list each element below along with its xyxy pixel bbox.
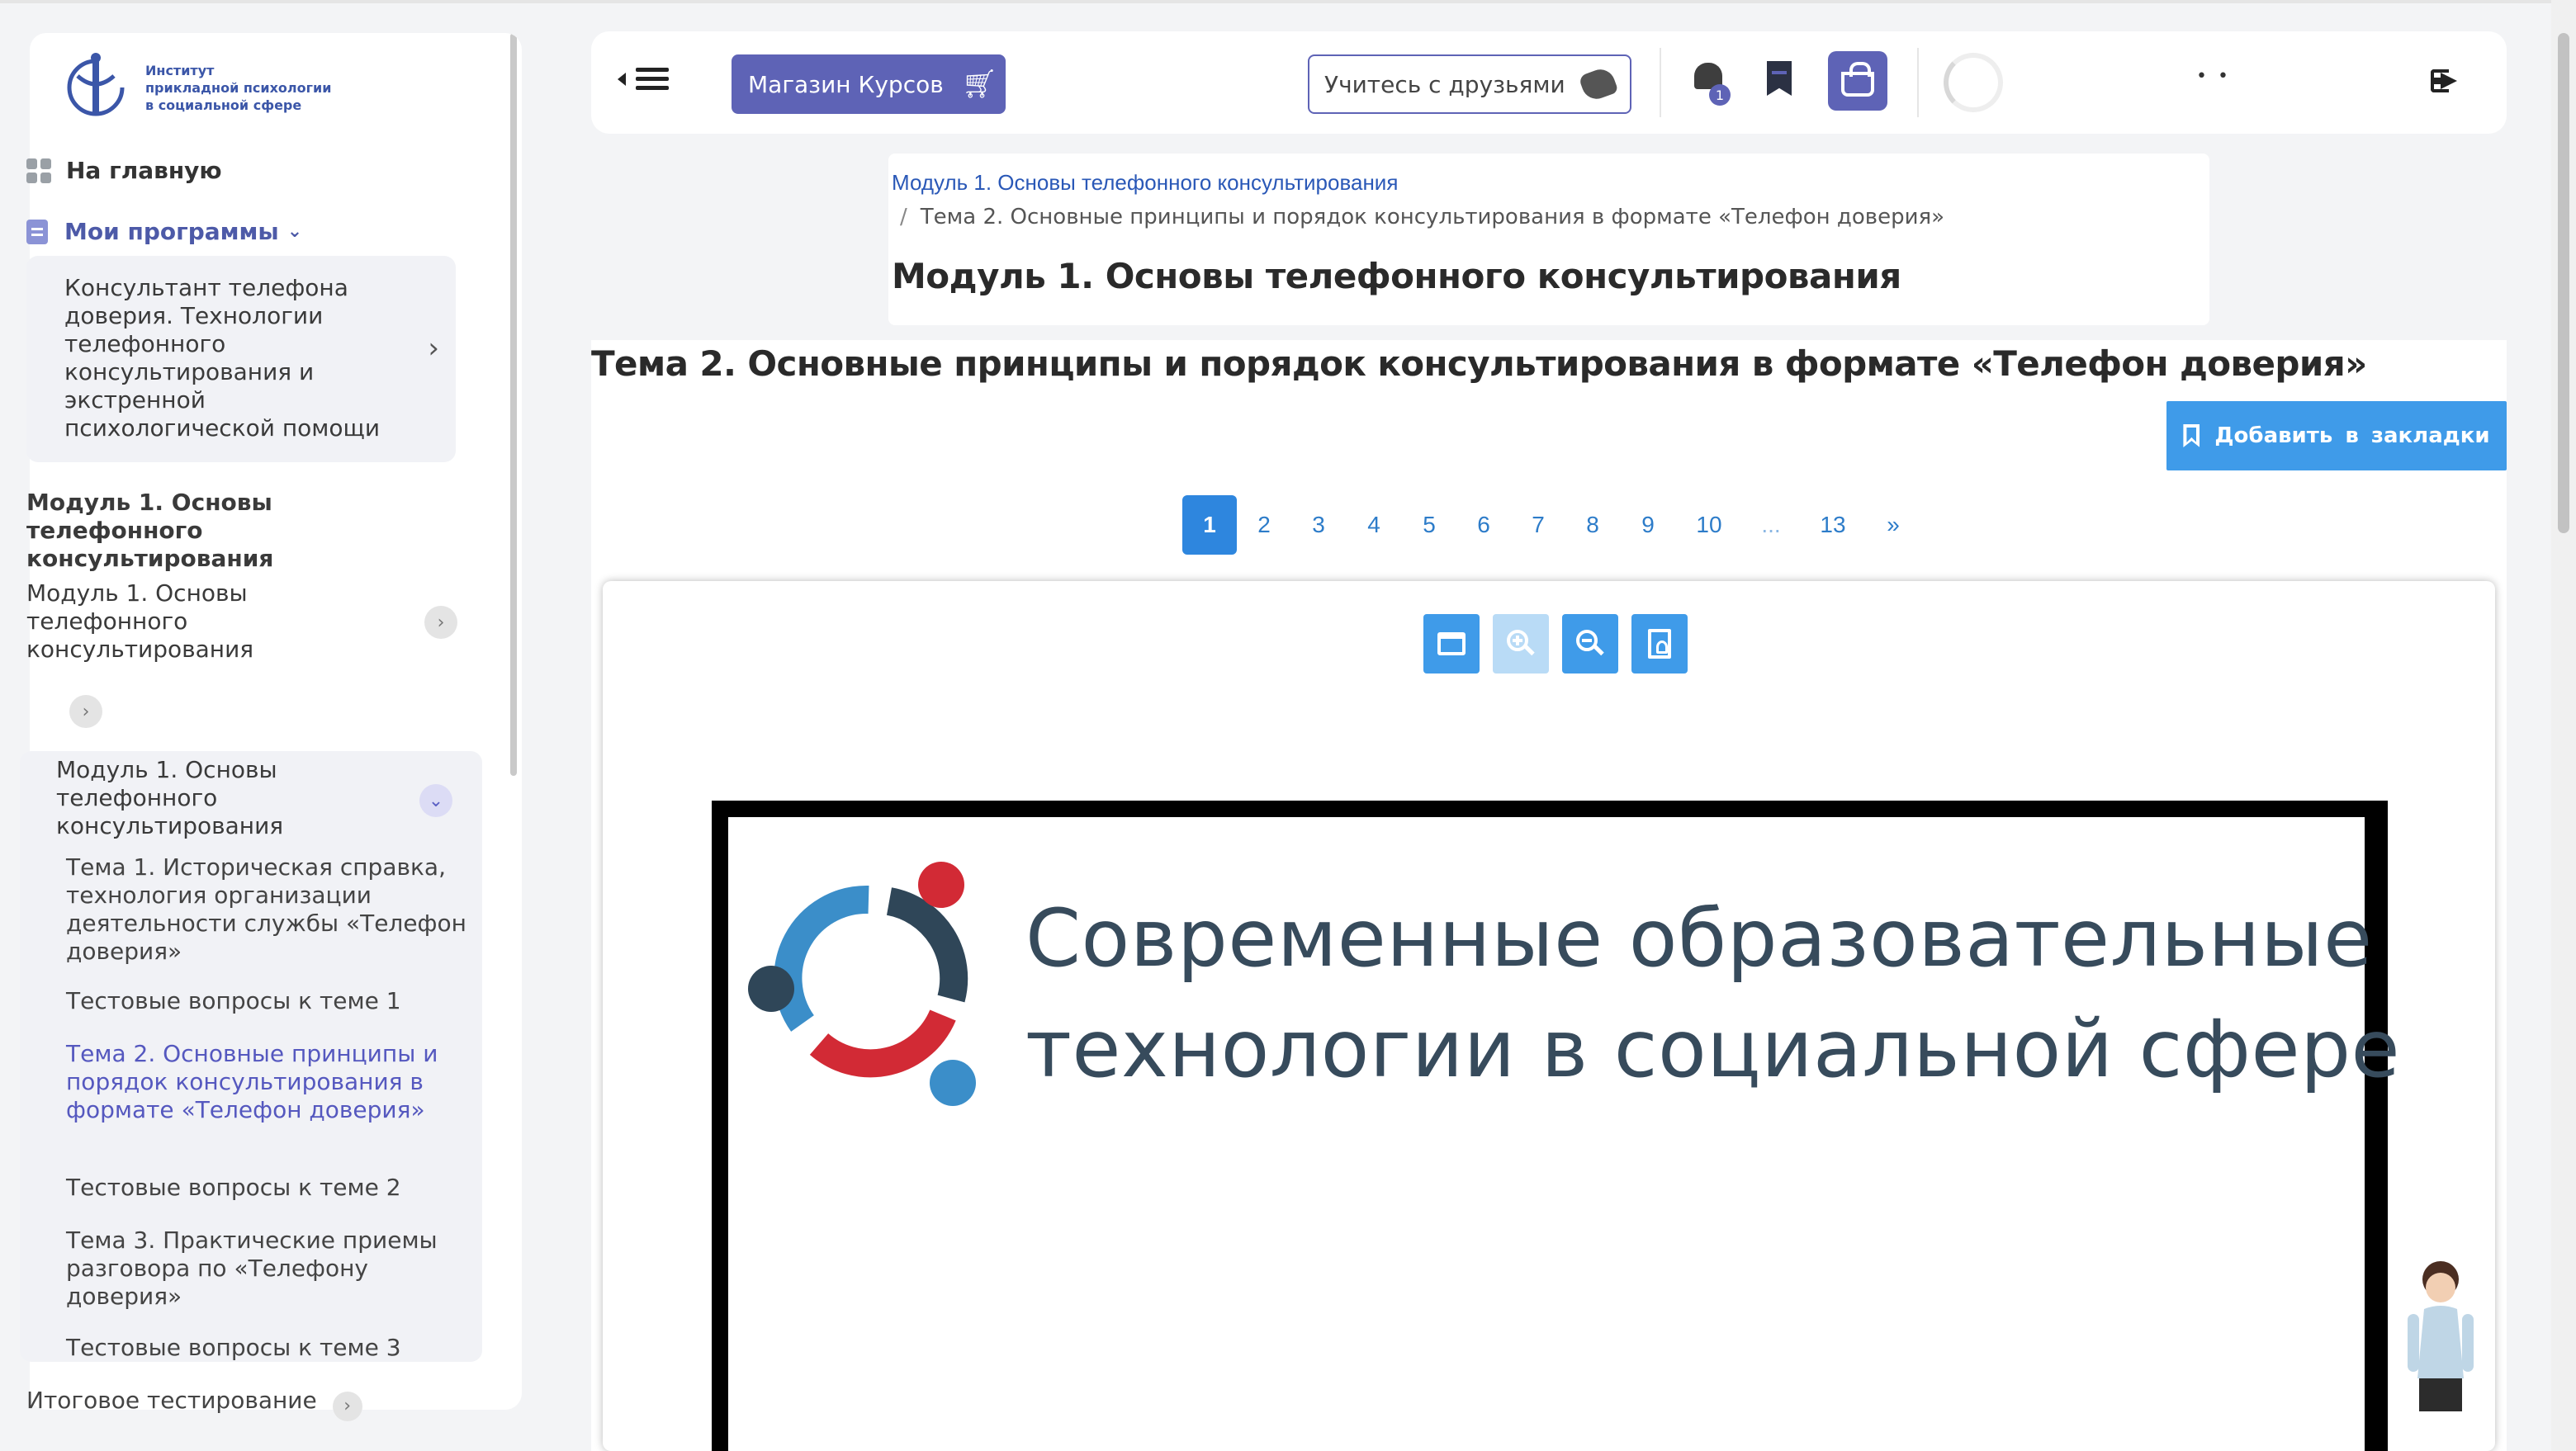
topic-test-3[interactable]: Тестовые вопросы к теме 3: [66, 1334, 471, 1362]
slide-logo-icon: [748, 862, 976, 1106]
chevron-right-icon: ›: [428, 332, 439, 365]
nav-my-programs-label: Мои программы: [64, 218, 279, 245]
course-shop-button[interactable]: Магазин Курсов 🛒︎: [732, 54, 1006, 114]
chevron-down-icon: ⌄: [428, 790, 444, 811]
page-6[interactable]: 6: [1456, 495, 1511, 555]
caret-left-icon: [618, 72, 626, 86]
window-icon: [1437, 632, 1466, 655]
final-test-item[interactable]: Итоговое тестирование ›: [26, 1387, 362, 1421]
topic-item-3[interactable]: Тема 3. Практические приемы разговора по…: [66, 1226, 471, 1311]
logo-mark-icon: [67, 53, 125, 116]
institute-logo[interactable]: Институт прикладной психологии в социаль…: [59, 51, 331, 124]
learn-with-friends-button[interactable]: Учитесь с друзьями: [1308, 54, 1631, 114]
topic-test-1[interactable]: Тестовые вопросы к теме 1: [66, 987, 471, 1015]
cart-button[interactable]: [1828, 51, 1887, 111]
top-bar: Магазин Курсов 🛒︎ Учитесь с друзьями 1 •…: [591, 31, 2507, 134]
bookmark-icon: [2183, 424, 2200, 447]
chevron-right-icon: ›: [332, 1391, 362, 1421]
download-pdf-button[interactable]: [1631, 614, 1688, 674]
bookmarks-icon[interactable]: [1767, 61, 1792, 96]
zoom-in-icon: [1507, 630, 1535, 658]
course-item[interactable]: Консультант телефона доверия. Технологии…: [26, 256, 456, 462]
collapse-module-button[interactable]: ⌄: [419, 784, 452, 817]
sidebar-module-item-expanded[interactable]: Модуль 1. Основы телефонного консультиро…: [56, 756, 419, 840]
page-10[interactable]: 10: [1676, 495, 1742, 555]
pdf-icon: [1648, 629, 1671, 659]
page-13[interactable]: 13: [1800, 495, 1866, 555]
fullscreen-button[interactable]: [1423, 614, 1480, 674]
course-shop-label: Магазин Курсов: [748, 70, 944, 98]
topic-item-2-active[interactable]: Тема 2. Основные принципы и порядок конс…: [66, 1040, 471, 1124]
module-title: Модуль 1. Основы телефонного консультиро…: [892, 256, 1901, 296]
page-7[interactable]: 7: [1511, 495, 1565, 555]
notifications-button[interactable]: 1: [1694, 63, 1731, 106]
chevron-down-icon: ⌄: [286, 221, 303, 242]
sidebar-section-title: Модуль 1. Основы телефонного консультиро…: [26, 489, 274, 572]
zoom-in-button[interactable]: [1493, 614, 1549, 674]
page-scrollbar[interactable]: [2551, 0, 2576, 1451]
assistant-avatar[interactable]: [2391, 1255, 2482, 1420]
learn-with-friends-label: Учитесь с друзьями: [1324, 70, 1565, 98]
page-3[interactable]: 3: [1291, 495, 1346, 555]
divider: [1660, 48, 1661, 117]
page-4[interactable]: 4: [1346, 495, 1402, 555]
nav-home[interactable]: На главную: [26, 157, 222, 184]
user-name-placeholder: • •: [2196, 66, 2231, 87]
topic-test-2[interactable]: Тестовые вопросы к теме 2: [66, 1174, 471, 1202]
chevron-right-icon: ›: [82, 701, 90, 722]
topic-item-1[interactable]: Тема 1. Историческая справка, технология…: [66, 853, 471, 966]
course-name: Консультант телефона доверия. Технологии…: [64, 274, 381, 442]
slide-heading: Современные образовательные технологии в…: [1025, 892, 2401, 1095]
document-icon: [26, 219, 48, 244]
page-5[interactable]: 5: [1402, 495, 1456, 555]
chevron-right-icon: ›: [437, 612, 445, 633]
page-9[interactable]: 9: [1620, 495, 1676, 555]
page-1[interactable]: 1: [1182, 495, 1237, 555]
sidebar-module-item[interactable]: Модуль 1. Основы телефонного консультиро…: [26, 579, 390, 664]
page-2[interactable]: 2: [1237, 495, 1291, 555]
expand-module-button[interactable]: ›: [424, 606, 457, 639]
add-bookmark-button[interactable]: Добавить в закладки: [2166, 401, 2507, 470]
breadcrumb-current: / Тема 2. Основные принципы и порядок кон…: [900, 205, 1944, 229]
page-next[interactable]: »: [1866, 495, 1920, 555]
hamburger-icon: [636, 63, 669, 95]
sidebar-scrollbar[interactable]: [510, 33, 517, 776]
nav-home-label: На главную: [66, 157, 222, 184]
divider: [1917, 48, 1919, 117]
zoom-out-icon: [1576, 630, 1604, 658]
logo-text: Институт прикладной психологии в социаль…: [145, 62, 332, 113]
top-border: [0, 0, 2576, 3]
page-ellipsis: ...: [1761, 512, 1781, 537]
breadcrumb-current-label: Тема 2. Основные принципы и порядок конс…: [920, 205, 1945, 229]
scrollbar-thumb[interactable]: [2558, 33, 2569, 533]
cart-icon: 🛒︎: [961, 68, 997, 101]
shopping-bag-icon: [1841, 62, 1874, 97]
logout-button[interactable]: [2431, 66, 2462, 96]
pagination: 1 2 3 4 5 6 7 8 9 10 ... 13 »: [1182, 495, 1920, 555]
breadcrumb-separator: /: [900, 205, 907, 229]
final-test-label: Итоговое тестирование: [26, 1387, 317, 1414]
expand-submodule-button[interactable]: ›: [69, 695, 102, 728]
add-bookmark-label: Добавить в закладки: [2214, 423, 2490, 448]
avatar-loading-spinner: [1944, 53, 2003, 112]
nav-my-programs[interactable]: Мои программы ⌄: [26, 218, 302, 245]
page-8[interactable]: 8: [1565, 495, 1620, 555]
page-title: Тема 2. Основные принципы и порядок конс…: [591, 343, 2367, 384]
breadcrumb-module-link[interactable]: Модуль 1. Основы телефонного консультиро…: [892, 170, 1398, 196]
handshake-icon: [1578, 65, 1619, 103]
menu-toggle-button[interactable]: [618, 63, 669, 95]
dashboard-icon: [26, 158, 51, 183]
notification-badge: 1: [1709, 84, 1731, 106]
zoom-out-button[interactable]: [1562, 614, 1618, 674]
